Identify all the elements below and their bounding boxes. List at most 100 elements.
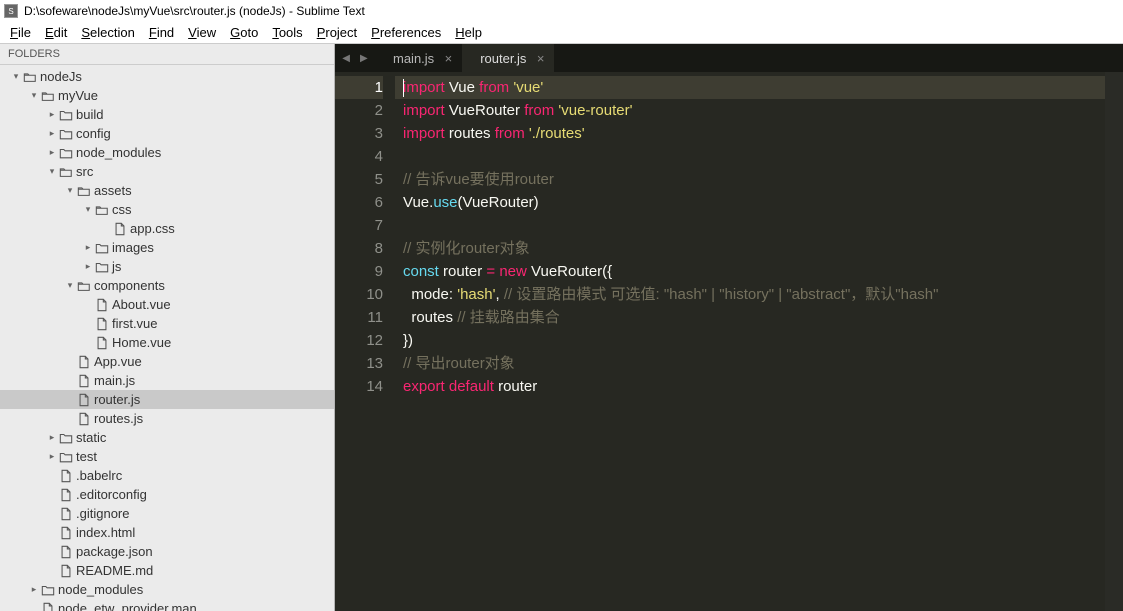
menu-view[interactable]: View [182,23,222,42]
tree-item-label: About.vue [110,297,171,312]
token: // 告诉vue要使用router [403,171,554,188]
chevron-down-icon[interactable]: ▾ [82,204,94,215]
folder-tree[interactable]: ▾nodeJs▾myVue▸build▸config▸node_modules▾… [0,65,334,611]
code-line[interactable]: import VueRouter from 'vue-router' [403,99,1123,122]
code-view[interactable]: 1234567891011121314 import Vue from 'vue… [335,72,1123,611]
chevron-down-icon[interactable]: ▾ [46,166,58,177]
tab-next-icon[interactable]: ▶ [360,53,368,64]
line-number: 12 [335,329,383,352]
code-line[interactable]: export default router [403,375,1123,398]
code-line[interactable]: // 实例化router对象 [403,237,1123,260]
file-item[interactable]: .editorconfig [0,485,334,504]
tree-item-label: routes.js [92,411,143,426]
line-number: 8 [335,237,383,260]
minimap[interactable] [1105,72,1123,611]
token: 'hash' [457,286,495,303]
folder-item[interactable]: ▸test [0,447,334,466]
code-line[interactable]: }) [403,329,1123,352]
tree-item-label: static [74,430,106,445]
token: = [486,263,495,280]
token: // 实例化router对象 [403,240,530,257]
menu-goto[interactable]: Goto [224,23,264,42]
code-line[interactable]: const router = new VueRouter({ [403,260,1123,283]
tabstrip: ◀ ▶ main.js×router.js× [335,44,1123,72]
code-line[interactable]: import Vue from 'vue' [395,76,1123,99]
token: , [495,286,503,303]
file-item[interactable]: first.vue [0,314,334,333]
tab-router-js[interactable]: router.js× [462,44,554,72]
file-item[interactable]: .gitignore [0,504,334,523]
folder-item[interactable]: ▸ static [0,428,334,447]
code-line[interactable]: Vue.use(VueRouter) [403,191,1123,214]
chevron-down-icon[interactable]: ▾ [64,280,76,291]
tree-item-label: build [74,107,103,122]
sidebar: FOLDERS ▾nodeJs▾myVue▸build▸config▸node_… [0,44,335,611]
tab-nav-arrows[interactable]: ◀ ▶ [335,44,375,72]
menu-project[interactable]: Project [311,23,363,42]
tab-prev-icon[interactable]: ◀ [342,53,350,64]
chevron-right-icon[interactable]: ▸ [46,432,58,443]
tree-item-label: node_modules [74,145,161,160]
menu-tools[interactable]: Tools [266,23,308,42]
code-line[interactable] [403,145,1123,168]
file-item[interactable]: router.js [0,390,334,409]
menu-find[interactable]: Find [143,23,180,42]
chevron-down-icon[interactable]: ▾ [28,90,40,101]
file-icon [58,469,74,483]
chevron-right-icon[interactable]: ▸ [46,128,58,139]
chevron-right-icon[interactable]: ▸ [82,242,94,253]
code-line[interactable]: // 导出router对象 [403,352,1123,375]
folder-item[interactable]: ▾components [0,276,334,295]
file-item[interactable]: index.html [0,523,334,542]
code-lines[interactable]: import Vue from 'vue'import VueRouter fr… [395,72,1123,611]
folder-item[interactable]: ▸ node_modules [0,143,334,162]
code-line[interactable]: routes // 挂载路由集合 [403,306,1123,329]
folder-item[interactable]: ▸node_modules [0,580,334,599]
file-item[interactable]: App.vue [0,352,334,371]
chevron-right-icon[interactable]: ▸ [46,451,58,462]
tree-item-label: images [110,240,154,255]
code-line[interactable] [403,214,1123,237]
folder-item[interactable]: ▸config [0,124,334,143]
token: router [494,378,537,395]
menu-selection[interactable]: Selection [75,23,140,42]
chevron-right-icon[interactable]: ▸ [28,584,40,595]
file-item[interactable]: README.md [0,561,334,580]
folder-item[interactable]: ▸ build [0,105,334,124]
chevron-down-icon[interactable]: ▾ [64,185,76,196]
chevron-down-icon[interactable]: ▾ [10,71,22,82]
code-line[interactable]: import routes from './routes' [403,122,1123,145]
close-icon[interactable]: × [537,51,545,66]
menu-file[interactable]: File [4,23,37,42]
folder-item[interactable]: ▾nodeJs [0,67,334,86]
folder-item[interactable]: ▾css [0,200,334,219]
line-number: 11 [335,306,383,329]
close-icon[interactable]: × [445,51,453,66]
token: from [524,102,554,119]
folder-item[interactable]: ▸js [0,257,334,276]
chevron-right-icon[interactable]: ▸ [46,109,58,120]
folder-item[interactable]: ▾myVue [0,86,334,105]
file-item[interactable]: app.css [0,219,334,238]
file-item[interactable]: routes.js [0,409,334,428]
folder-item[interactable]: ▾src [0,162,334,181]
file-item[interactable]: Home.vue [0,333,334,352]
token: './routes' [529,125,585,142]
chevron-right-icon[interactable]: ▸ [46,147,58,158]
code-line[interactable]: // 告诉vue要使用router [403,168,1123,191]
chevron-right-icon[interactable]: ▸ [82,261,94,272]
menu-help[interactable]: Help [449,23,488,42]
file-item[interactable]: package.json [0,542,334,561]
code-line[interactable]: mode: 'hash', // 设置路由模式 可选值: "hash" | "h… [403,283,1123,306]
folder-item[interactable]: ▾assets [0,181,334,200]
folder-item[interactable]: ▸ images [0,238,334,257]
file-item[interactable]: node_etw_provider.man [0,599,334,611]
token: router [439,263,487,280]
tree-item-label: .gitignore [74,506,129,521]
file-item[interactable]: main.js [0,371,334,390]
file-item[interactable]: About.vue [0,295,334,314]
tab-main-js[interactable]: main.js× [375,44,462,72]
menu-edit[interactable]: Edit [39,23,73,42]
file-item[interactable]: .babelrc [0,466,334,485]
menu-preferences[interactable]: Preferences [365,23,447,42]
